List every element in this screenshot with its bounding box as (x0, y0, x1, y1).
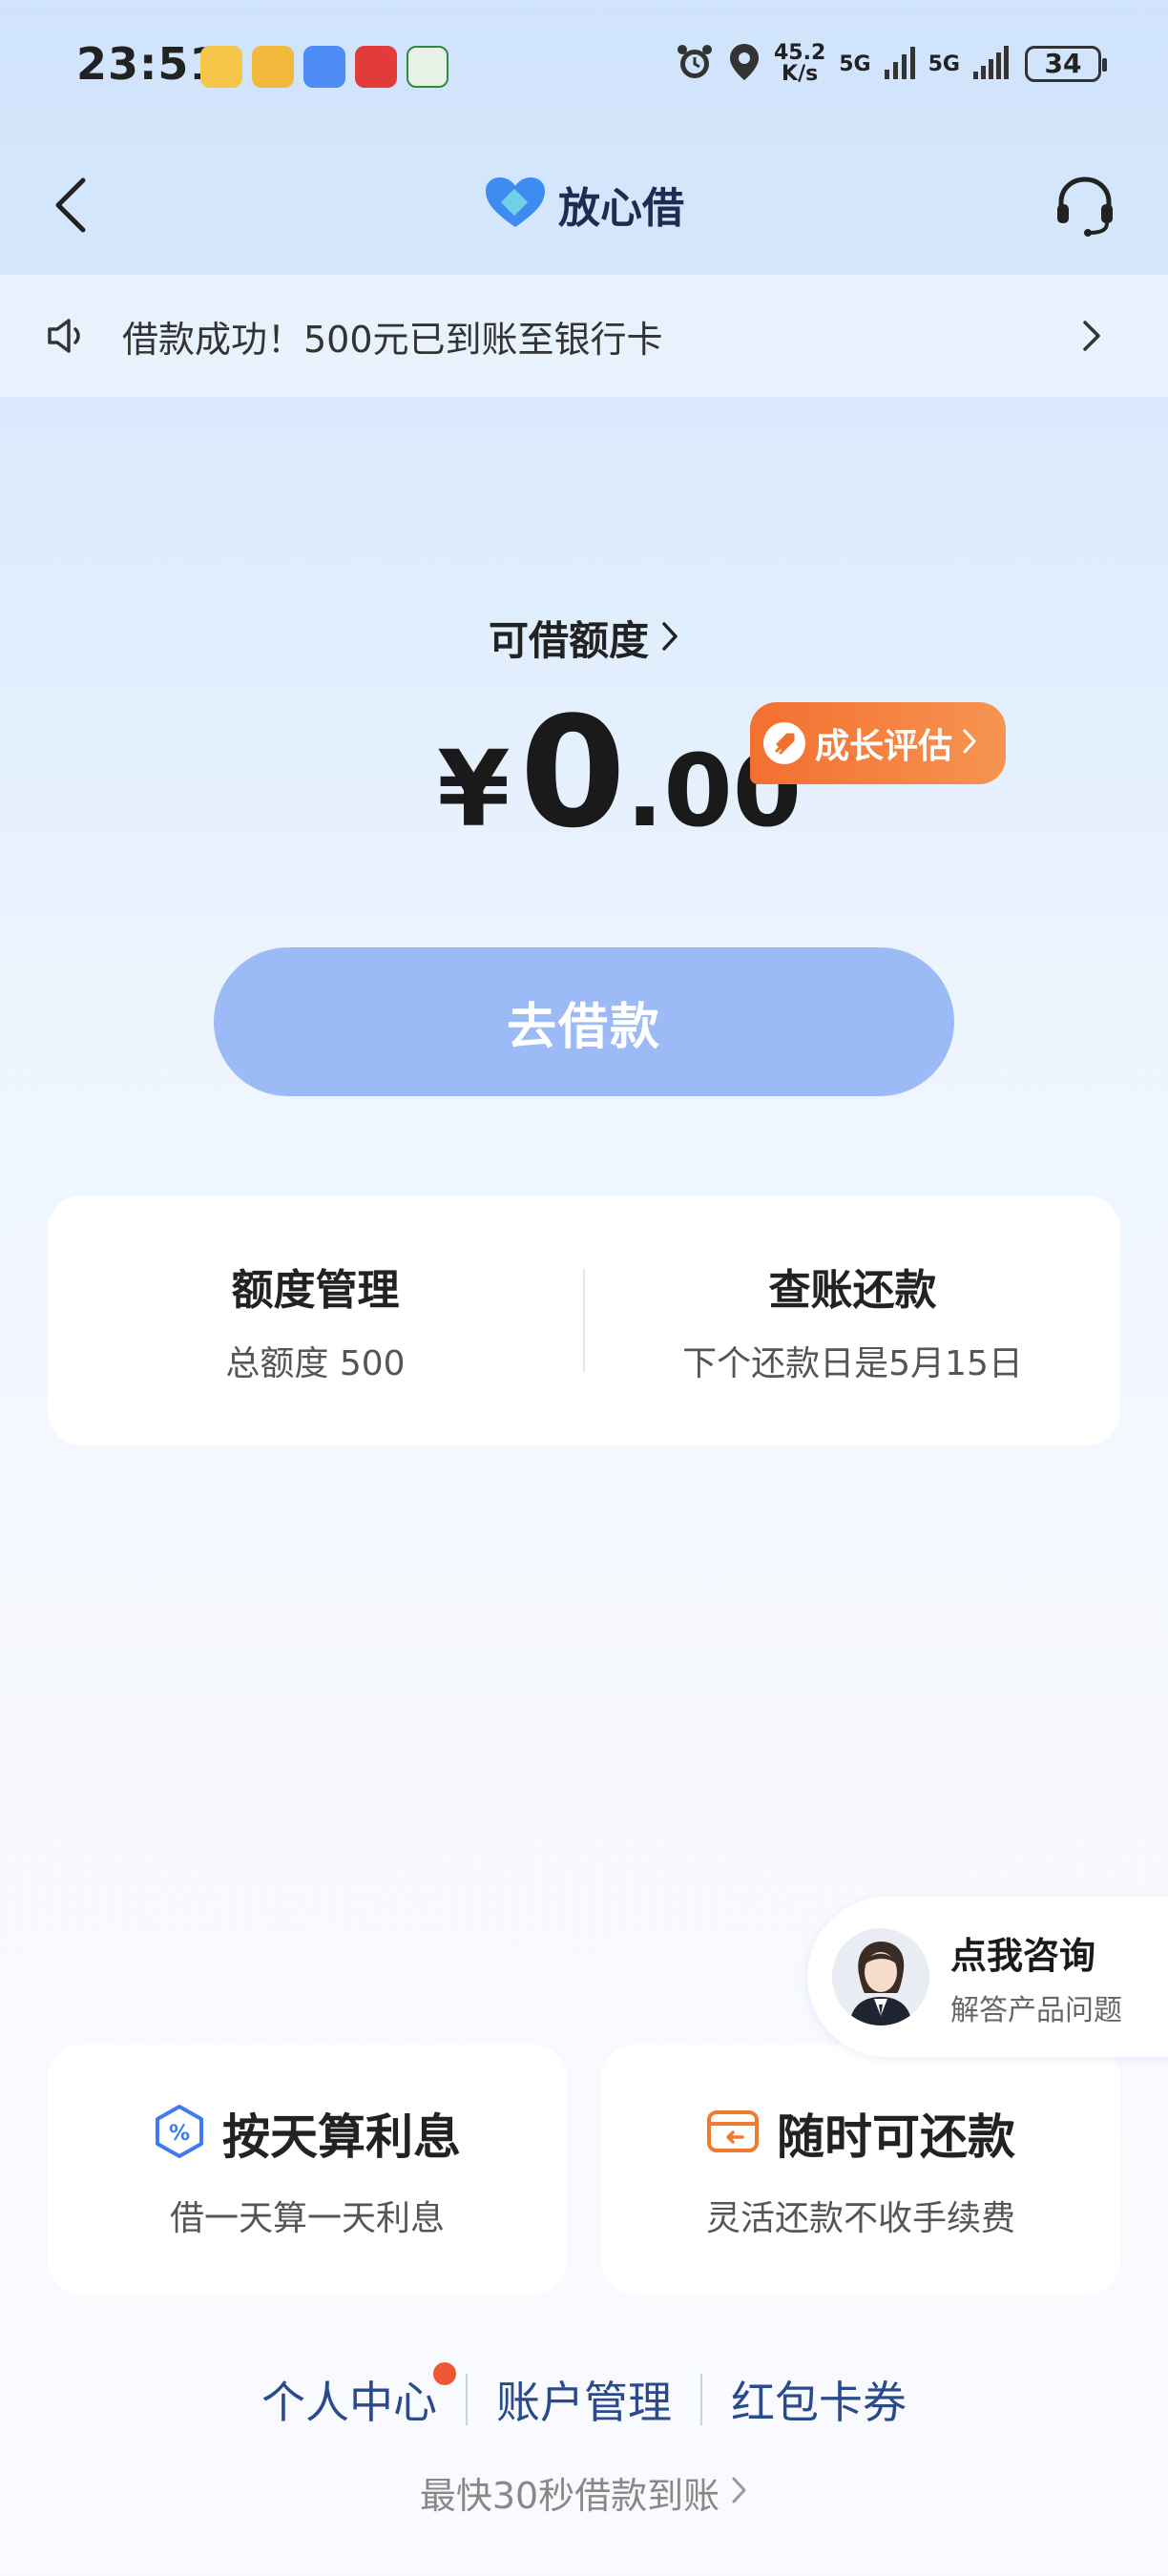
growth-badge-label: 成长评估 (815, 727, 953, 766)
bill-repayment-title: 查账还款 (768, 1266, 937, 1315)
growth-evaluation-badge[interactable]: 成长评估 (750, 702, 1006, 784)
agent-avatar (832, 1928, 929, 2025)
quota-label: 可借额度 (488, 617, 649, 664)
notification-dot (433, 2362, 456, 2385)
limit-management[interactable]: 额度管理 总额度 500 (48, 1195, 583, 1445)
signal-label: 5G (839, 52, 871, 76)
signal-label: 5G (928, 52, 960, 76)
battery-indicator: 34 (1025, 46, 1107, 82)
brand: 放心借 (0, 174, 1168, 235)
speaker-icon (44, 313, 90, 359)
rocket-icon (763, 722, 805, 764)
page-title: 放心借 (558, 184, 684, 233)
alarm-icon (675, 42, 715, 86)
account-summary-card: 额度管理 总额度 500 查账还款 下个还款日是5月15日 (48, 1195, 1120, 1445)
feature-title: 随时可还款 (777, 2109, 1015, 2165)
percent-hexagon-icon: % (154, 2104, 205, 2163)
quota-label-link[interactable]: 可借额度 (0, 609, 1168, 667)
chevron-right-icon (1069, 313, 1115, 359)
consult-float-button[interactable]: 点我咨询 解答产品问题 (807, 1897, 1168, 2057)
feature-card-anytime-repay: 随时可还款 灵活还款不收手续费 (601, 2045, 1120, 2295)
bill-repayment[interactable]: 查账还款 下个还款日是5月15日 (585, 1195, 1120, 1445)
signal-bars-icon (973, 45, 1012, 83)
network-speed: 45.2 K/s (773, 41, 826, 86)
status-time: 23:51 (76, 38, 221, 90)
currency-symbol: ¥ (437, 728, 511, 850)
consult-title: 点我咨询 (950, 1934, 1096, 1977)
borrow-button[interactable]: 去借款 (214, 947, 954, 1096)
limit-management-title: 额度管理 (231, 1266, 400, 1315)
feature-title: 按天算利息 (222, 2109, 461, 2165)
feature-subtitle: 灵活还款不收手续费 (705, 2199, 1015, 2238)
status-bar: 23:51 45.2 K/s 5G 5G 34 (0, 0, 1168, 134)
coupons-link[interactable]: 红包卡券 (702, 2368, 935, 2431)
svg-text:%: % (169, 2122, 190, 2146)
signal-bars-icon (884, 45, 915, 83)
notice-bar[interactable]: 借款成功！500元已到账至银行卡 (0, 275, 1168, 397)
nav-bar: 放心借 (0, 153, 1168, 258)
pay-app-icon (355, 46, 397, 88)
available-amount: ¥ 0 .00 (437, 696, 802, 849)
post-app-icon (407, 46, 448, 88)
headset-icon (1057, 177, 1113, 237)
bottom-links: 个人中心 账户管理 红包卡券 (0, 2362, 1168, 2431)
chevron-right-icon (962, 727, 977, 759)
total-limit-text: 总额度 500 (225, 1344, 406, 1383)
location-icon (728, 42, 761, 86)
bottom-tip-text: 最快30秒借款到账 (419, 2475, 720, 2517)
personal-center-link[interactable]: 个人中心 (233, 2362, 466, 2431)
notification-icons (200, 46, 448, 88)
bottom-tip-link[interactable]: 最快30秒借款到账 (0, 2466, 1168, 2519)
notice-text: 借款成功！500元已到账至银行卡 (122, 318, 663, 361)
folder-app-icon (200, 46, 242, 88)
chevron-right-icon (660, 620, 679, 656)
next-repay-date-text: 下个还款日是5月15日 (682, 1344, 1023, 1383)
status-indicators: 45.2 K/s 5G 5G 34 (675, 41, 1107, 86)
consult-subtitle: 解答产品问题 (950, 1993, 1122, 2027)
feature-subtitle: 借一天算一天利息 (169, 2199, 445, 2238)
customer-service-button[interactable] (1050, 170, 1120, 240)
account-management-link[interactable]: 账户管理 (468, 2368, 700, 2431)
wallet-return-icon (706, 2109, 760, 2158)
heart-logo-icon (484, 176, 547, 233)
folder-app-icon (252, 46, 294, 88)
chevron-right-icon (731, 2472, 748, 2514)
amount-integer: 0 (519, 683, 626, 862)
message-app-icon (303, 46, 345, 88)
feature-card-daily-interest: % 按天算利息 借一天算一天利息 (48, 2045, 567, 2295)
